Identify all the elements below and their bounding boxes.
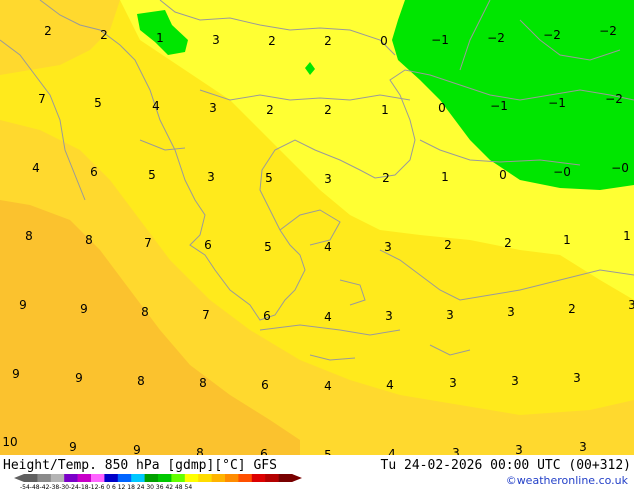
temperature-label: 2: [382, 171, 390, 185]
temperature-label: 4: [152, 99, 160, 113]
color-scale-swatch: [171, 474, 186, 482]
temperature-label: −2: [605, 92, 623, 106]
temperature-label: 5: [148, 168, 156, 182]
temperature-label: 2: [268, 34, 276, 48]
temperature-label: 2: [324, 34, 332, 48]
temperature-label: 3: [385, 309, 393, 323]
temperature-label: 3: [628, 298, 634, 312]
temperature-label: 6: [261, 378, 269, 392]
temperature-label: 3: [207, 170, 215, 184]
temperature-label: 1: [623, 229, 631, 243]
temperature-label: 6: [263, 309, 271, 323]
color-scale-right-arrow: [292, 474, 302, 482]
temperature-label: 8: [85, 233, 93, 247]
temperature-label: 9: [69, 440, 77, 454]
temperature-label: 1: [563, 233, 571, 247]
temperature-label: 2: [100, 28, 108, 42]
temperature-label: 9: [80, 302, 88, 316]
color-scale-left-arrow: [14, 474, 24, 482]
temperature-label: 2: [266, 103, 274, 117]
color-scale-swatch: [238, 474, 253, 482]
color-scale-swatch: [24, 474, 38, 482]
temperature-label: −1: [431, 33, 449, 47]
temperature-label: 3: [209, 101, 217, 115]
temperature-label: 2: [44, 24, 52, 38]
color-scale-swatch: [184, 474, 199, 482]
color-scale-swatch: [77, 474, 92, 482]
color-scale-swatch: [104, 474, 119, 482]
temperature-label: 0: [499, 168, 507, 182]
temperature-label: 1: [441, 170, 449, 184]
temperature-label: 1: [381, 103, 389, 117]
temperature-label: −0: [553, 165, 571, 179]
temperature-label: 2: [504, 236, 512, 250]
color-scale-swatch: [225, 474, 239, 482]
color-scale-swatch: [117, 474, 132, 482]
map-footer: Height/Temp. 850 hPa [gdmp][°C] GFS Tu 2…: [0, 455, 634, 491]
temperature-label: −1: [490, 99, 508, 113]
temperature-label: 8: [25, 229, 33, 243]
color-scale-swatch: [158, 474, 172, 482]
color-scale-swatch: [131, 474, 145, 482]
color-scale-swatch: [198, 474, 212, 482]
temperature-label: −2: [599, 24, 617, 38]
temperature-label: 4: [324, 310, 332, 324]
temperature-label: 4: [386, 378, 394, 392]
color-scale-swatch: [265, 474, 279, 482]
color-scale-swatch: [251, 474, 266, 482]
temperature-label: 5: [265, 171, 273, 185]
temperature-label: 4: [324, 240, 332, 254]
temperature-label: −0: [611, 161, 629, 175]
color-scale-swatch: [37, 474, 52, 482]
color-scale-swatch: [91, 474, 105, 482]
temperature-label: 0: [380, 34, 388, 48]
map-valid-time: Tu 24-02-2026 00:00 UTC (00+312): [380, 458, 631, 473]
temperature-label: 1: [156, 31, 164, 45]
temperature-label: 0: [438, 101, 446, 115]
temperature-label: 2: [444, 238, 452, 252]
color-scale-swatch: [64, 474, 78, 482]
temperature-label: 7: [202, 308, 210, 322]
temperature-label: 3: [446, 308, 454, 322]
temperature-label: 4: [32, 161, 40, 175]
color-scale: [14, 474, 302, 482]
credit-link[interactable]: ©weatheronline.co.uk: [506, 474, 628, 487]
temperature-label: 9: [19, 298, 27, 312]
map-title: Height/Temp. 850 hPa [gdmp][°C] GFS: [3, 458, 277, 473]
temperature-label: 2: [568, 302, 576, 316]
temperature-label: 3: [573, 371, 581, 385]
temperature-label: 7: [38, 92, 46, 106]
color-scale-swatch: [50, 474, 65, 482]
temperature-label: 5: [94, 96, 102, 110]
weather-map: 2 2 1 3 2 2 0 −1 −2 −2 −27 5 4 3 2 2 1 0 −1 −1 −24 6 5 3 5 3 2 1 0 −0…: [0, 0, 634, 490]
temperature-label: 3: [507, 305, 515, 319]
temperature-label: 8: [141, 305, 149, 319]
temperature-label: −2: [487, 31, 505, 45]
color-scale-swatch: [144, 474, 159, 482]
color-scale-swatch: [211, 474, 226, 482]
temperature-label: 3: [579, 440, 587, 454]
temperature-label: 8: [199, 376, 207, 390]
temperature-label: 3: [324, 172, 332, 186]
temperature-label: 3: [212, 33, 220, 47]
temperature-label: 9: [75, 371, 83, 385]
temperature-label: 3: [449, 376, 457, 390]
temperature-label: 7: [144, 236, 152, 250]
temperature-label: 2: [324, 103, 332, 117]
temperature-label: 8: [137, 374, 145, 388]
temperature-label: 10: [2, 435, 17, 449]
temperature-label: 9: [12, 367, 20, 381]
temperature-label: 3: [511, 374, 519, 388]
temperature-label: −2: [543, 28, 561, 42]
temperature-label: 3: [384, 240, 392, 254]
temperature-label: 4: [324, 379, 332, 393]
temperature-label: 5: [264, 240, 272, 254]
temperature-label: 6: [204, 238, 212, 252]
temperature-label: −1: [548, 96, 566, 110]
temperature-label: 6: [90, 165, 98, 179]
color-scale-swatch: [278, 474, 293, 482]
